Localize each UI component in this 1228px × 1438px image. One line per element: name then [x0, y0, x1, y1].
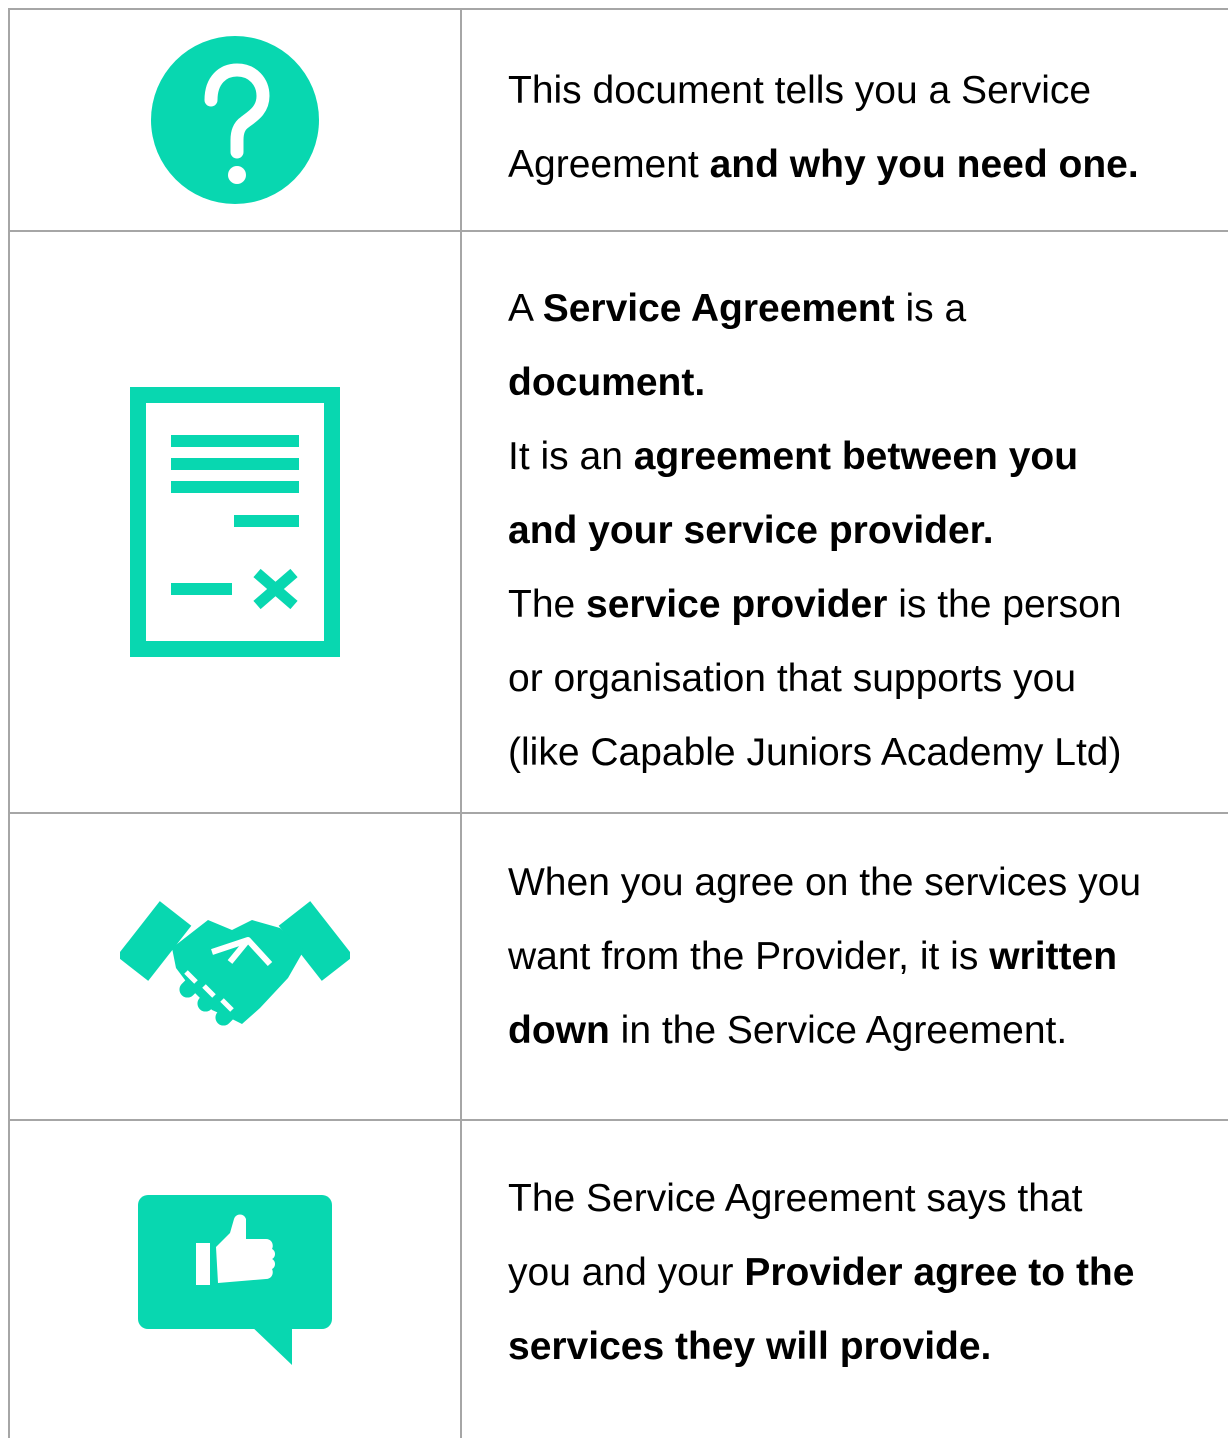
text-line: Agreement and why you need one.: [508, 128, 1220, 202]
body-text: This document tells you a Service: [508, 69, 1092, 112]
text-line: It is an agreement between you: [508, 420, 1220, 494]
icon-cell: [10, 10, 460, 230]
bold-text: written: [989, 935, 1118, 978]
bold-text: down: [508, 1009, 610, 1052]
body-text: is the person: [887, 583, 1122, 626]
icon-cell: [10, 814, 460, 1119]
document-sign-icon: [130, 387, 340, 657]
text-line: document.: [508, 346, 1220, 420]
body-text: It is an: [508, 435, 634, 478]
body-text: want from the Provider, it is: [508, 935, 990, 978]
row-text: The Service Agreement says that you and y…: [508, 1162, 1220, 1384]
bold-text: and your service provider.: [508, 509, 994, 552]
text-line: The Service Agreement says that: [508, 1162, 1220, 1236]
text-line: and your service provider.: [508, 494, 1220, 568]
bold-text: document.: [508, 361, 706, 404]
text-line: you and your Provider agree to the: [508, 1236, 1220, 1310]
text-line: (like Capable Juniors Academy Ltd): [508, 716, 1220, 790]
body-text: Agreement: [508, 143, 710, 186]
easy-read-table: This document tells you a Service Agreeme…: [0, 0, 1228, 1438]
body-text: you and your: [508, 1251, 745, 1294]
text-line: down in the Service Agreement.: [508, 994, 1220, 1068]
row-text: When you agree on the services you want f…: [508, 846, 1220, 1068]
handshake-icon: [120, 892, 350, 1042]
body-text: is a: [894, 287, 967, 330]
body-text: When you agree on the services you: [508, 861, 1142, 904]
bold-text: Service Agreement: [542, 287, 895, 330]
text-line: This document tells you a Service: [508, 54, 1220, 128]
text-line: When you agree on the services you: [508, 846, 1220, 920]
body-text: The Service Agreement says that: [508, 1177, 1083, 1220]
bold-text: agreement between you: [633, 435, 1079, 478]
row-text: This document tells you a Service Agreeme…: [508, 54, 1220, 202]
body-text: (like Capable Juniors Academy Ltd): [508, 731, 1122, 774]
text-line: or organisation that supports you: [508, 642, 1220, 716]
bold-text: services they will provide.: [508, 1325, 992, 1368]
table-column-divider: [460, 8, 462, 1438]
thumbs-up-speech-bubble-icon: [138, 1194, 332, 1365]
body-text: or organisation that supports you: [508, 657, 1077, 700]
text-line: The service provider is the person: [508, 568, 1220, 642]
row-text: A Service Agreement is a document. It is a…: [508, 272, 1220, 790]
text-line: want from the Provider, it is written: [508, 920, 1220, 994]
bold-text: Provider agree to the: [744, 1251, 1135, 1294]
bold-text: service provider: [586, 583, 888, 626]
text-line: services they will provide.: [508, 1310, 1220, 1384]
bold-text: and why you need one.: [709, 143, 1139, 186]
icon-cell: [10, 232, 460, 812]
icon-cell: [10, 1121, 460, 1438]
text-line: A Service Agreement is a: [508, 272, 1220, 346]
body-text: The: [508, 583, 587, 626]
body-text: A: [508, 287, 543, 330]
question-mark-icon: [151, 36, 319, 204]
body-text: in the Service Agreement.: [609, 1009, 1068, 1052]
